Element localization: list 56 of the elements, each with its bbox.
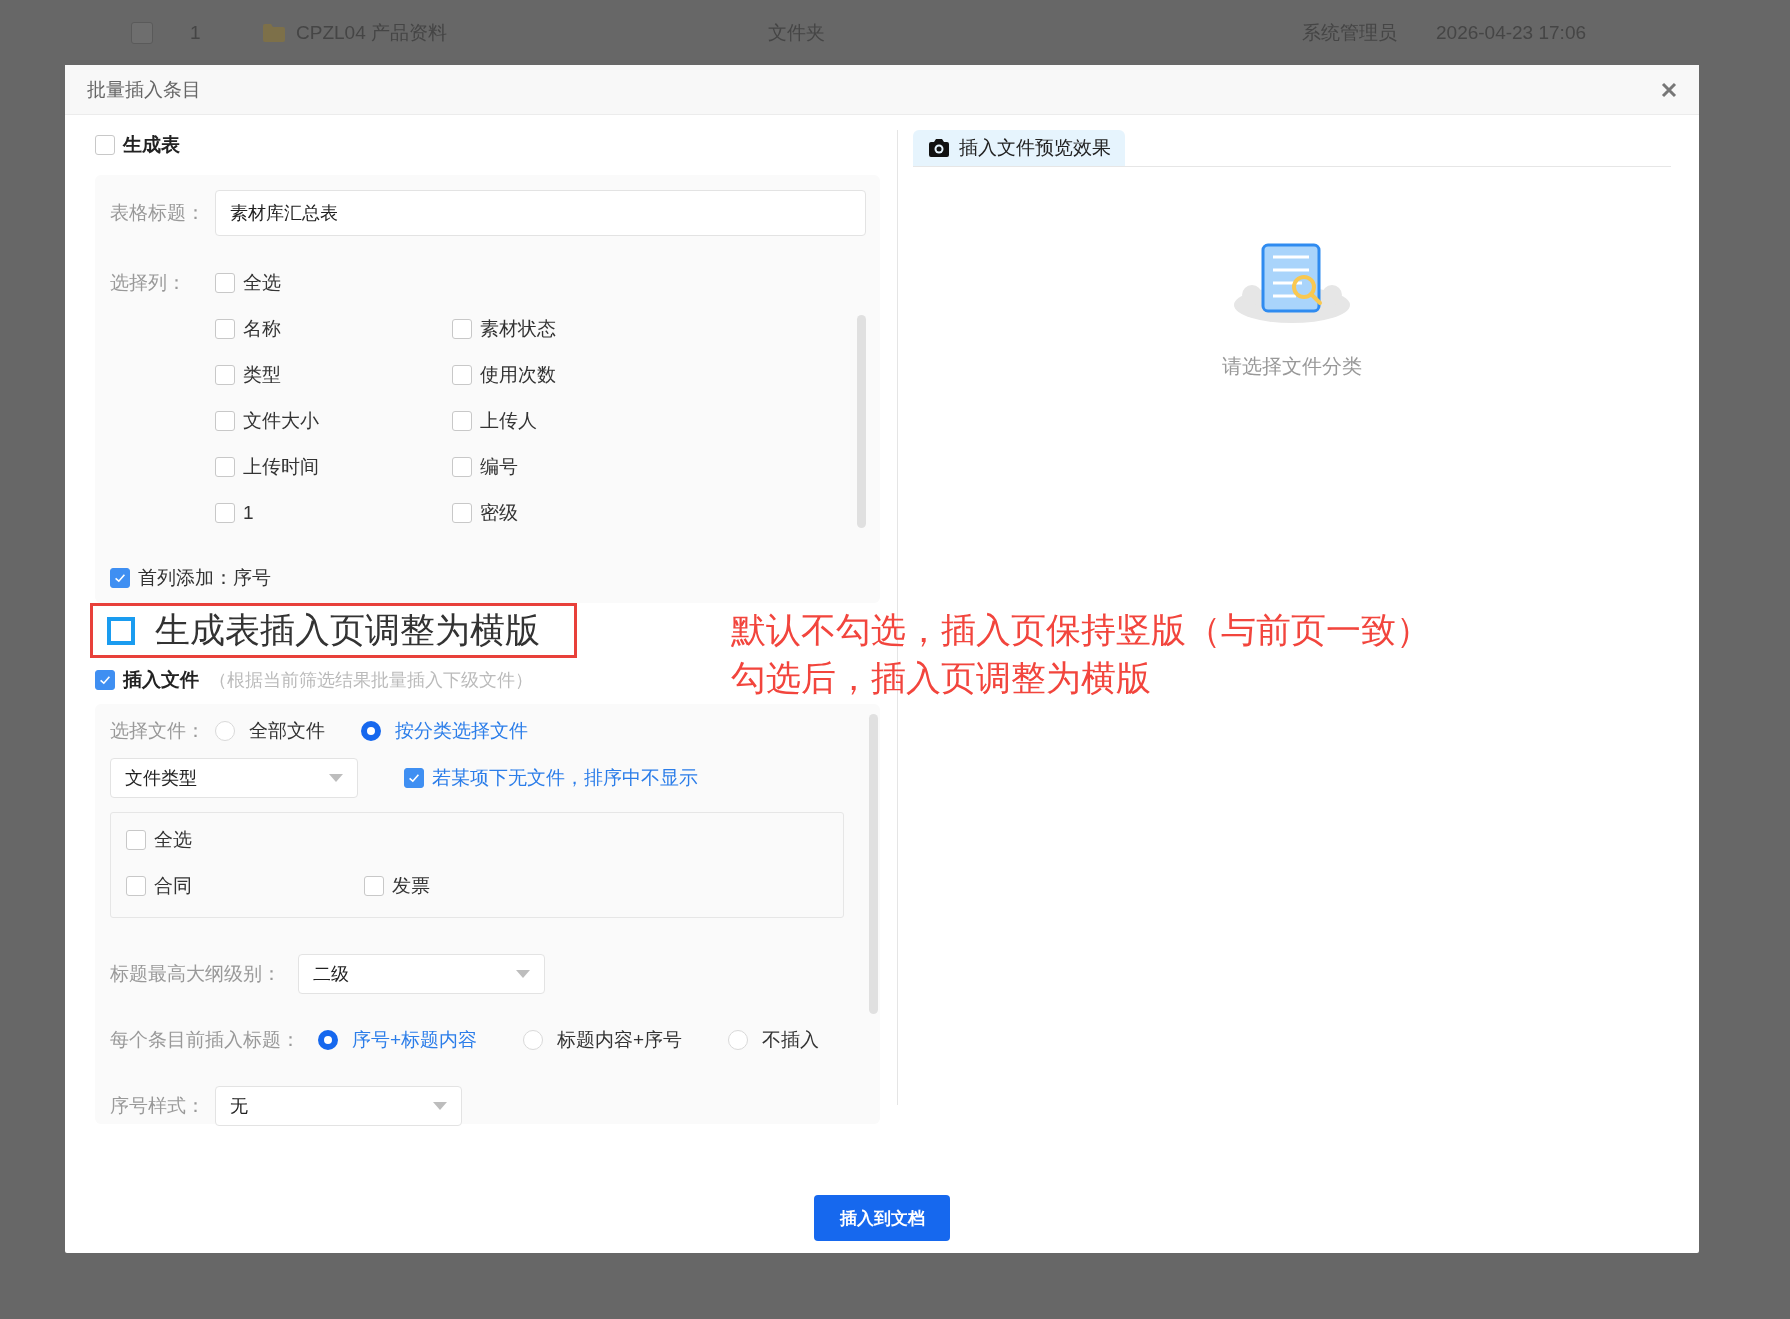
dropdown[interactable]: 文件类型 — [110, 758, 358, 798]
radio-label[interactable]: 标题内容+序号 — [557, 1027, 683, 1053]
checkbox-label[interactable]: 合同 — [154, 873, 192, 899]
caret-icon — [433, 1102, 447, 1110]
annotation-text: 勾选后，插入页调整为横版 — [731, 657, 1152, 699]
field-label: 选择文件： — [110, 719, 206, 743]
camera-icon — [929, 139, 949, 157]
input-field[interactable]: 素材库汇总表 — [215, 190, 866, 236]
checkbox-label[interactable]: 文件大小 — [243, 408, 319, 434]
caret-icon — [516, 970, 530, 978]
document-magnifier-icon — [1232, 243, 1352, 325]
checkbox-label[interactable]: 全选 — [154, 827, 192, 853]
checkbox[interactable] — [107, 616, 135, 645]
radio-label[interactable]: 全部文件 — [249, 718, 325, 744]
checkbox-label[interactable]: 生成表 — [123, 132, 180, 158]
close-icon[interactable] — [1661, 81, 1677, 98]
scrollbar[interactable] — [869, 714, 878, 1014]
dialog-title: 批量插入条目 — [87, 77, 201, 102]
checkbox-label[interactable]: 插入文件 — [123, 667, 199, 693]
checkbox-label[interactable]: 素材状态 — [480, 316, 556, 342]
checkbox-label[interactable]: 生成表插入页调整为横版 — [155, 607, 540, 654]
dropdown[interactable]: 二级 — [298, 954, 545, 994]
field-label: 表格标题： — [110, 201, 206, 225]
annotation-text: 默认不勾选，插入页保持竖版（与前页一致） — [731, 609, 1431, 651]
radio-button[interactable] — [361, 721, 381, 741]
radio-label[interactable]: 序号+标题内容 — [352, 1027, 478, 1053]
radio-label[interactable]: 按分类选择文件 — [395, 718, 528, 744]
dropdown[interactable]: 无 — [215, 1086, 462, 1126]
insert-button[interactable]: 插入到文档 — [814, 1195, 950, 1241]
checkbox-label[interactable]: 名称 — [243, 316, 281, 342]
checkbox-label[interactable]: 编号 — [480, 454, 518, 480]
field-label: 选择列： — [110, 271, 187, 295]
checkbox-label[interactable]: 首列添加：序号 — [138, 565, 271, 591]
checkbox-label[interactable]: 若某项下无文件，排序中不显示 — [432, 765, 698, 791]
radio-button[interactable] — [318, 1030, 338, 1050]
field-label: 标题最高大纲级别： — [110, 962, 282, 986]
checkbox-label[interactable]: 上传时间 — [243, 454, 319, 480]
checkbox[interactable] — [110, 568, 130, 588]
preview-tab[interactable]: 插入文件预览效果 — [913, 130, 1125, 166]
scrollbar[interactable] — [857, 315, 866, 528]
radio-label[interactable]: 不插入 — [762, 1027, 820, 1053]
checkbox-label[interactable]: 1 — [243, 502, 254, 524]
hint-text: （根据当前筛选结果批量插入下级文件） — [209, 669, 533, 692]
field-label: 每个条目前插入标题： — [110, 1028, 301, 1052]
empty-state-text: 请选择文件分类 — [1222, 354, 1362, 379]
checkbox[interactable] — [95, 670, 115, 690]
checkbox-label[interactable]: 密级 — [480, 500, 518, 526]
checkbox[interactable] — [404, 768, 424, 788]
checkbox-label[interactable]: 上传人 — [480, 408, 537, 434]
caret-icon — [329, 774, 343, 782]
checkbox-label[interactable]: 类型 — [243, 362, 281, 388]
checkbox-label[interactable]: 全选 — [243, 270, 281, 296]
folder-icon — [263, 23, 285, 42]
checkbox-label[interactable]: 使用次数 — [480, 362, 556, 388]
field-label: 序号样式： — [110, 1094, 206, 1118]
checkbox-label[interactable]: 发票 — [392, 873, 430, 899]
